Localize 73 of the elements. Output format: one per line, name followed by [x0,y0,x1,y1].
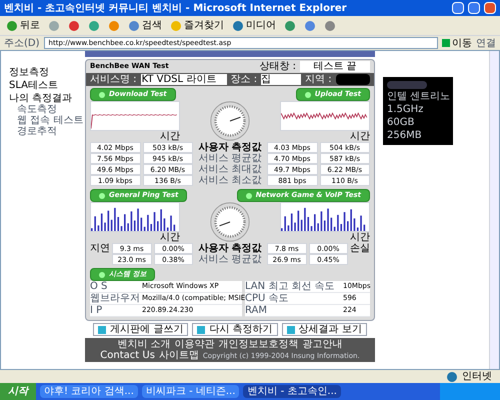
sidebar-item[interactable]: 정보측정 [9,67,85,78]
info-label: RAM [245,305,268,316]
row-label: 서비스 평균값 [197,153,263,164]
toolbar-button[interactable]: 뒤로 [4,20,42,32]
footer-link[interactable]: 광고안내 [302,339,343,350]
axis-label: 시간 [160,131,180,142]
sidebar-item[interactable]: SLA테스트 [9,80,85,91]
footer-link[interactable]: Contact Us [100,350,155,361]
ad-text: 1.5GHz [387,104,424,115]
info-label: LAN 최고 회선 속도 [245,281,336,292]
row-label: 서비스 최대값 [197,164,263,175]
footer-link[interactable]: 개인정보보호정책 [218,339,299,350]
toolbar-button[interactable]: 즐겨찾기 [168,20,226,32]
ad-text: 60GB [387,117,416,128]
row-label: 서비스 평균값 [197,254,263,265]
toolbar-button[interactable]: 미디어 [230,20,278,32]
status-label: 상태창 : [259,61,296,72]
go-button[interactable]: 이동 [442,38,472,48]
sidebar-subitem[interactable]: 경로추적 [9,126,85,137]
row-label: 사용자 측정값 [197,142,263,153]
action-button[interactable]: 게시판에 글쓰기 [93,323,188,336]
footer-link[interactable]: 이용약관 [174,339,215,350]
gauge-drawing [210,202,250,242]
status-zone: 인터넷 [462,371,492,382]
redacted-block [336,74,370,85]
ad-text: 인텔 센트리노 [387,91,449,102]
start-button[interactable]: 시작 [0,383,36,400]
window-title: 벤치비 - 초고속인터넷 커뮤니티 벤치비 - Microsoft Internet Explorer [4,2,348,14]
info-label: I P [90,305,104,316]
axis-label: 시간 [350,131,370,142]
taskbar-button[interactable]: 야후! 코리아 검색... [40,385,138,398]
action-button[interactable]: 상세결과 보기 [282,323,367,336]
address-label: 주소(D) [4,38,40,48]
service-label: 서비스명 : [90,74,137,85]
scrollbar[interactable] [489,51,499,369]
toolbar-button[interactable]: 검색 [126,20,164,32]
toolbar-button[interactable] [282,20,298,32]
footer-link[interactable]: 벤치비 소개 [117,339,171,350]
ad-text: 256MB [387,130,423,141]
gauge-drawing [210,101,250,141]
minimize-button[interactable] [452,2,464,14]
delay-label: 지연 [90,243,110,256]
system-tray [440,383,500,400]
region-label: 지역 : [305,74,332,85]
sidebar-item[interactable]: 나의 측정결과 [9,93,85,104]
info-label: CPU 속도 [245,293,290,304]
maximize-button[interactable] [468,2,480,14]
toolbar-button[interactable] [106,20,122,32]
sidebar-subitem[interactable]: 속도측정 [9,104,85,115]
links-label[interactable]: 연결 [476,38,496,48]
info-label: 웹브라우저 [90,293,141,304]
loss-label: 손실 [350,243,370,256]
axis-label: 시간 [160,232,180,243]
logo-graphic [387,81,427,89]
action-button[interactable]: 다시 측정하기 [192,323,278,336]
toolbar-button[interactable] [322,20,338,32]
taskbar-button[interactable]: 벤치비 - 초고속인... [243,385,341,398]
row-label: 서비스 최소값 [197,175,263,186]
footer-link[interactable]: 사이트맵 [158,350,199,361]
place-field: 집 [261,74,302,85]
toolbar-button[interactable] [66,20,82,32]
service-field: KT VDSL 라이트 [140,74,227,85]
toolbar-button[interactable] [302,20,318,32]
sidebar-subitem[interactable]: 웹 접속 테스트 [9,115,85,126]
toolbar-button[interactable] [86,20,102,32]
status-field: 테스트 끝 [300,61,370,72]
info-label: O S [90,281,108,292]
taskbar-button[interactable]: 비씨파크 - 네티즌... [142,385,240,398]
row-label: 사용자 측정값 [197,243,263,254]
toolbar-button[interactable] [46,20,62,32]
place-label: 장소 : [230,74,258,85]
close-button[interactable] [484,2,496,14]
axis-label: 시간 [350,232,370,243]
